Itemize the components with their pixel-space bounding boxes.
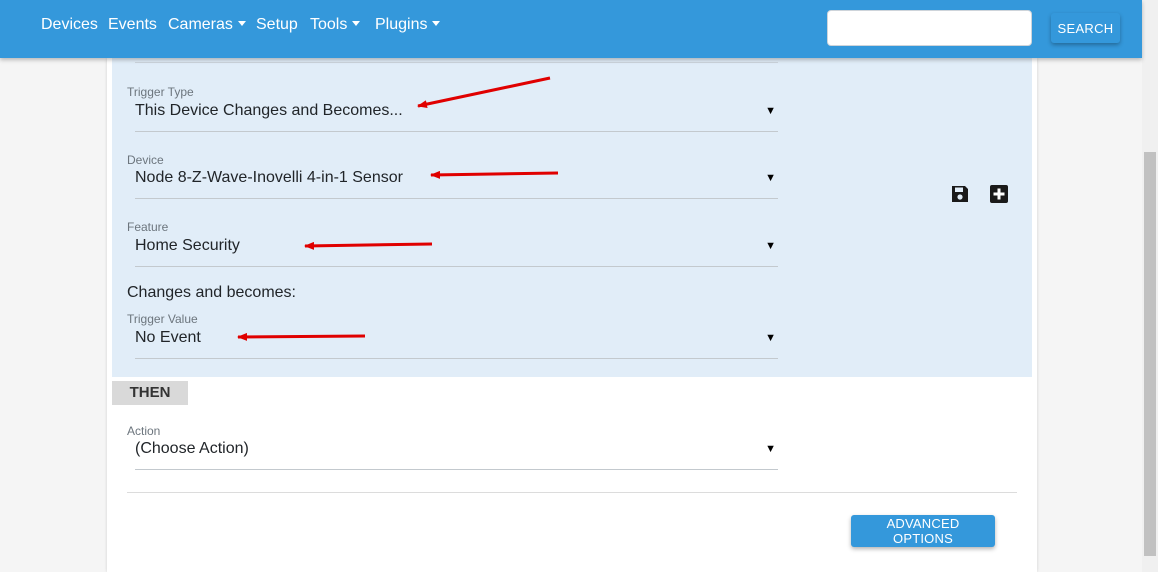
dropdown-arrow-icon: ▼: [765, 105, 776, 117]
chevron-down-icon: [432, 21, 441, 26]
nav-cameras-label: Cameras: [168, 16, 233, 33]
nav-plugins-label: Plugins: [375, 16, 428, 33]
divider: [127, 492, 1017, 493]
nav-devices-label: Devices: [41, 16, 98, 33]
divider: [135, 62, 778, 63]
trigger-type-label: Trigger Type: [127, 85, 194, 99]
action-value: (Choose Action): [135, 440, 249, 457]
trigger-type-select[interactable]: This Device Changes and Becomes... ▼: [135, 101, 778, 132]
search-input[interactable]: [827, 10, 1032, 46]
changes-and-becomes-text: Changes and becomes:: [127, 284, 296, 301]
nav-plugins[interactable]: Plugins: [375, 16, 441, 34]
action-select[interactable]: (Choose Action) ▼: [135, 439, 778, 470]
nav-events[interactable]: Events: [108, 16, 157, 34]
nav-setup-label: Setup: [256, 16, 298, 33]
nav-setup[interactable]: Setup: [256, 16, 298, 34]
advanced-options-button[interactable]: ADVANCED OPTIONS: [851, 515, 995, 547]
nav-cameras[interactable]: Cameras: [168, 16, 246, 34]
chevron-down-icon: [237, 21, 246, 26]
trigger-value-select[interactable]: No Event ▼: [135, 328, 778, 359]
trigger-value-label: Trigger Value: [127, 312, 198, 326]
dropdown-arrow-icon: ▼: [765, 172, 776, 184]
chevron-down-icon: [352, 21, 361, 26]
top-navbar: Devices Events Cameras Setup Tools Plugi…: [0, 0, 1142, 58]
scrollbar-thumb[interactable]: [1144, 152, 1156, 556]
nav-tools[interactable]: Tools: [310, 16, 361, 34]
trigger-type-value: This Device Changes and Becomes...: [135, 102, 403, 119]
search-button[interactable]: SEARCH: [1051, 13, 1120, 43]
then-badge: THEN: [112, 381, 188, 405]
feature-label: Feature: [127, 220, 169, 234]
save-icon[interactable]: [950, 184, 970, 204]
action-label: Action: [127, 424, 161, 438]
device-label: Device: [127, 153, 164, 167]
device-value: Node 8-Z-Wave-Inovelli 4-in-1 Sensor: [135, 169, 403, 186]
plus-square-icon[interactable]: [989, 184, 1009, 204]
dropdown-arrow-icon: ▼: [765, 240, 776, 252]
nav-tools-label: Tools: [310, 16, 348, 33]
nav-events-label: Events: [108, 16, 157, 33]
device-select[interactable]: Node 8-Z-Wave-Inovelli 4-in-1 Sensor ▼: [135, 168, 778, 199]
feature-value: Home Security: [135, 237, 240, 254]
nav-devices[interactable]: Devices: [41, 16, 98, 34]
trigger-value-value: No Event: [135, 329, 201, 346]
dropdown-arrow-icon: ▼: [765, 332, 776, 344]
feature-select[interactable]: Home Security ▼: [135, 236, 778, 267]
dropdown-arrow-icon: ▼: [765, 443, 776, 455]
